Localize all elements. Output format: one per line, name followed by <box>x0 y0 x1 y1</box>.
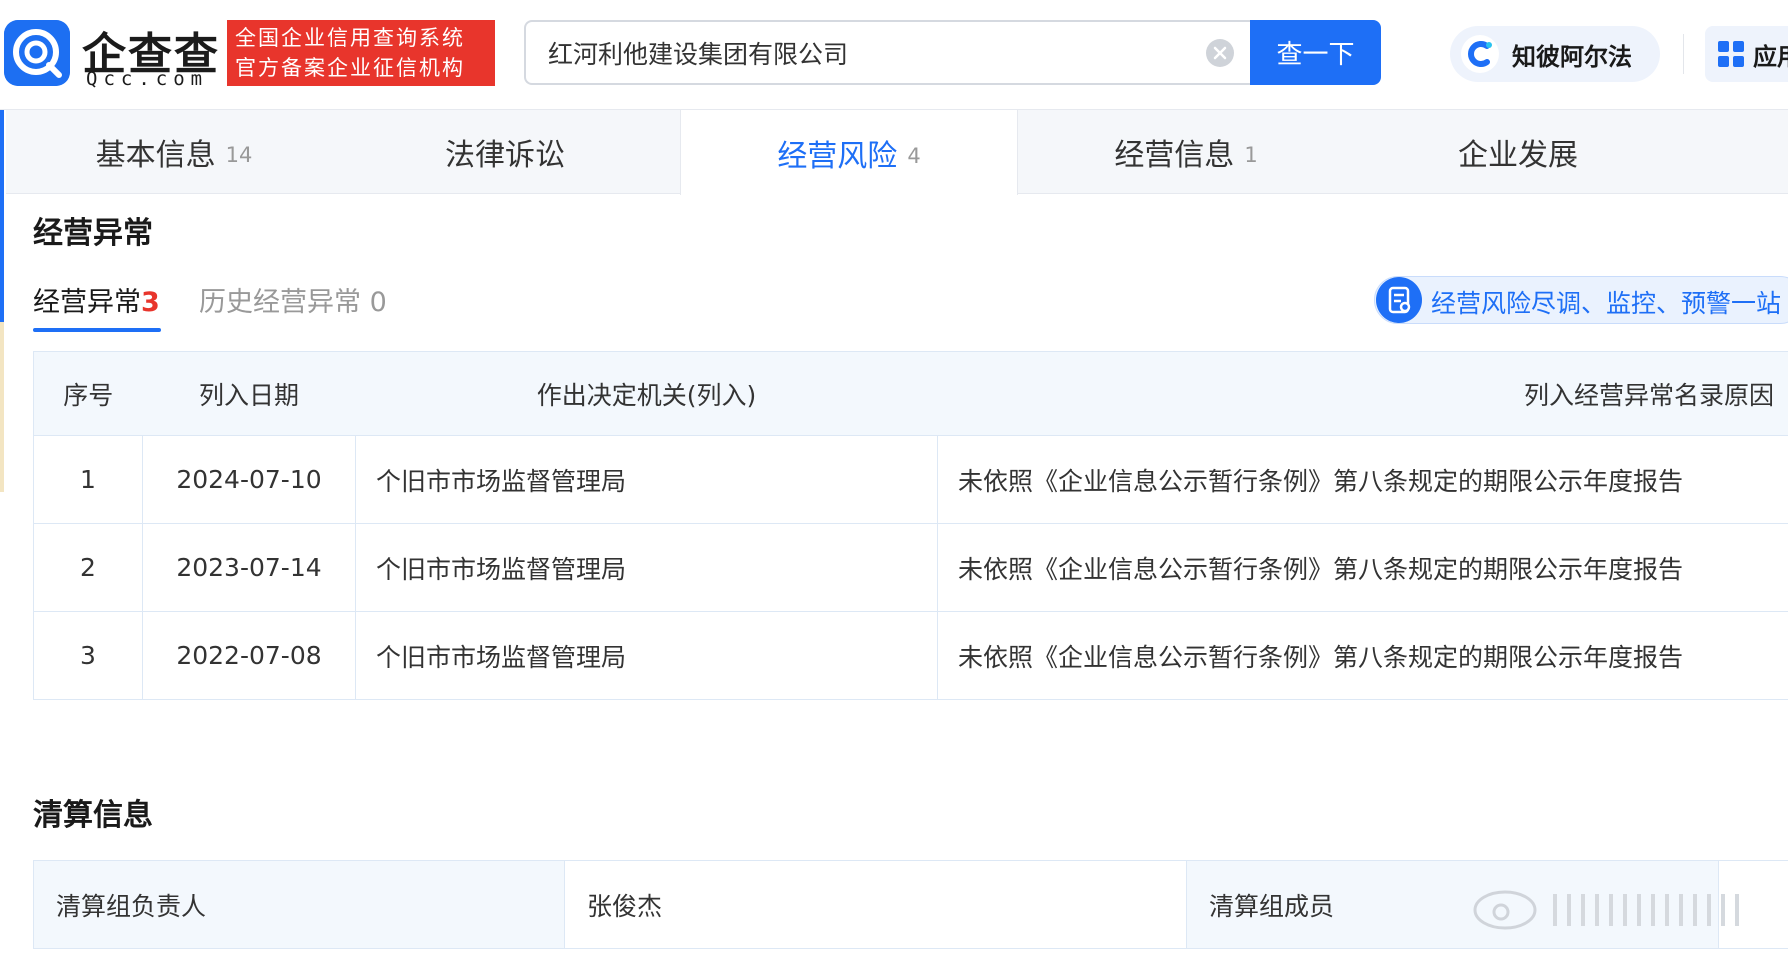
main-tabs: 基本信息 14 法律诉讼 经营风险 4 经营信息 1 企业发展 <box>6 110 1788 195</box>
tab-label: 经营信息 <box>1114 138 1235 173</box>
liquidation-leader-value[interactable]: 张俊杰 <box>564 860 1187 949</box>
qcc-logo[interactable]: 企查查 Qcc.com <box>4 20 224 90</box>
col-header-authority: 作出决定机关(列入) <box>355 351 938 436</box>
subtab-underline <box>33 328 161 332</box>
subtab-history-abnormal[interactable]: 历史经营异常 0 <box>199 280 387 319</box>
tab-label: 企业发展 <box>1458 138 1578 173</box>
tab-label: 法律诉讼 <box>445 138 565 173</box>
cell-reason: 未依照《企业信息公示暂行条例》第八条规定的期限公示年度报告 <box>937 523 1788 612</box>
cell-date: 2023-07-14 <box>142 523 356 612</box>
promo-label: 经营风险尽调、监控、预警一站 <box>1431 289 1782 318</box>
subtab-current-abnormal[interactable]: 经营异常3 <box>33 280 160 319</box>
subtab-label: 经营异常 <box>33 287 141 318</box>
search-input[interactable] <box>548 32 1188 74</box>
search-button[interactable]: 查一下 <box>1250 20 1381 85</box>
ai-assistant-button[interactable]: 知彼阿尔法 <box>1450 26 1660 82</box>
cert-line-2: 官方备案企业征信机构 <box>235 56 465 80</box>
left-accent-bar <box>0 110 4 322</box>
app-grid-icon <box>1718 41 1744 67</box>
col-header-date: 列入日期 <box>142 351 356 436</box>
tab-business-info[interactable]: 经营信息 1 <box>1018 110 1354 194</box>
search-box <box>524 20 1250 85</box>
tab-basic-info[interactable]: 基本信息 14 <box>6 110 342 194</box>
section-title-liquidation: 清算信息 <box>33 798 153 833</box>
clear-circle-icon[interactable] <box>1205 38 1235 68</box>
cell-authority[interactable]: 个旧市市场监督管理局 <box>355 611 938 700</box>
ai-assistant-label: 知彼阿尔法 <box>1512 43 1632 71</box>
subtab-count: 3 <box>141 287 160 318</box>
apps-label: 应用 <box>1753 43 1788 71</box>
tab-business-risk[interactable]: 经营风险 4 <box>680 110 1018 195</box>
logo-text-en: Qcc.com <box>86 68 209 90</box>
tab-label: 基本信息 <box>95 138 216 173</box>
table-row: 2 2023-07-14 个旧市市场监督管理局 未依照《企业信息公示暂行条例》第… <box>33 523 1788 612</box>
alpha-ai-icon <box>1461 35 1499 73</box>
cell-authority[interactable]: 个旧市市场监督管理局 <box>355 435 938 524</box>
tab-label: 经营风险 <box>777 138 898 174</box>
weibo-watermark-icon <box>1473 890 1739 930</box>
tab-count: 14 <box>225 143 253 167</box>
col-header-reason: 列入经营异常名录原因 <box>937 351 1788 436</box>
top-header: 企查查 Qcc.com 全国企业信用查询系统 官方备案企业征信机构 查一下 知彼… <box>0 0 1788 110</box>
certification-badge: 全国企业信用查询系统 官方备案企业征信机构 <box>227 20 495 86</box>
cell-no: 1 <box>33 435 143 524</box>
header-divider <box>1683 34 1684 74</box>
tab-legal[interactable]: 法律诉讼 <box>342 110 678 194</box>
col-header-no: 序号 <box>33 351 143 436</box>
cell-date: 2024-07-10 <box>142 435 356 524</box>
cell-reason: 未依照《企业信息公示暂行条例》第八条规定的期限公示年度报告 <box>937 611 1788 700</box>
abnormal-table: 序号 列入日期 作出决定机关(列入) 列入经营异常名录原因 1 2024-07-… <box>33 351 1788 700</box>
cell-no: 3 <box>33 611 143 700</box>
cell-reason: 未依照《企业信息公示暂行条例》第八条规定的期限公示年度报告 <box>937 435 1788 524</box>
tab-count: 1 <box>1244 143 1258 167</box>
table-row: 1 2024-07-10 个旧市市场监督管理局 未依照《企业信息公示暂行条例》第… <box>33 435 1788 524</box>
tab-count: 4 <box>907 143 921 168</box>
section-title-abnormal: 经营异常 <box>33 216 153 251</box>
cell-date: 2022-07-08 <box>142 611 356 700</box>
report-shield-icon <box>1376 277 1422 323</box>
tab-development[interactable]: 企业发展 <box>1354 110 1692 194</box>
left-accent-bar-2 <box>0 322 4 492</box>
cell-no: 2 <box>33 523 143 612</box>
table-header-row: 序号 列入日期 作出决定机关(列入) 列入经营异常名录原因 <box>33 351 1788 436</box>
cert-line-1: 全国企业信用查询系统 <box>235 26 465 50</box>
risk-monitor-promo[interactable]: 经营风险尽调、监控、预警一站 <box>1374 276 1788 324</box>
table-row: 3 2022-07-08 个旧市市场监督管理局 未依照《企业信息公示暂行条例》第… <box>33 611 1788 700</box>
cell-authority[interactable]: 个旧市市场监督管理局 <box>355 523 938 612</box>
liquidation-leader-label: 清算组负责人 <box>33 860 565 949</box>
qcc-logo-icon <box>4 20 70 86</box>
apps-button[interactable]: 应用 <box>1705 26 1788 82</box>
